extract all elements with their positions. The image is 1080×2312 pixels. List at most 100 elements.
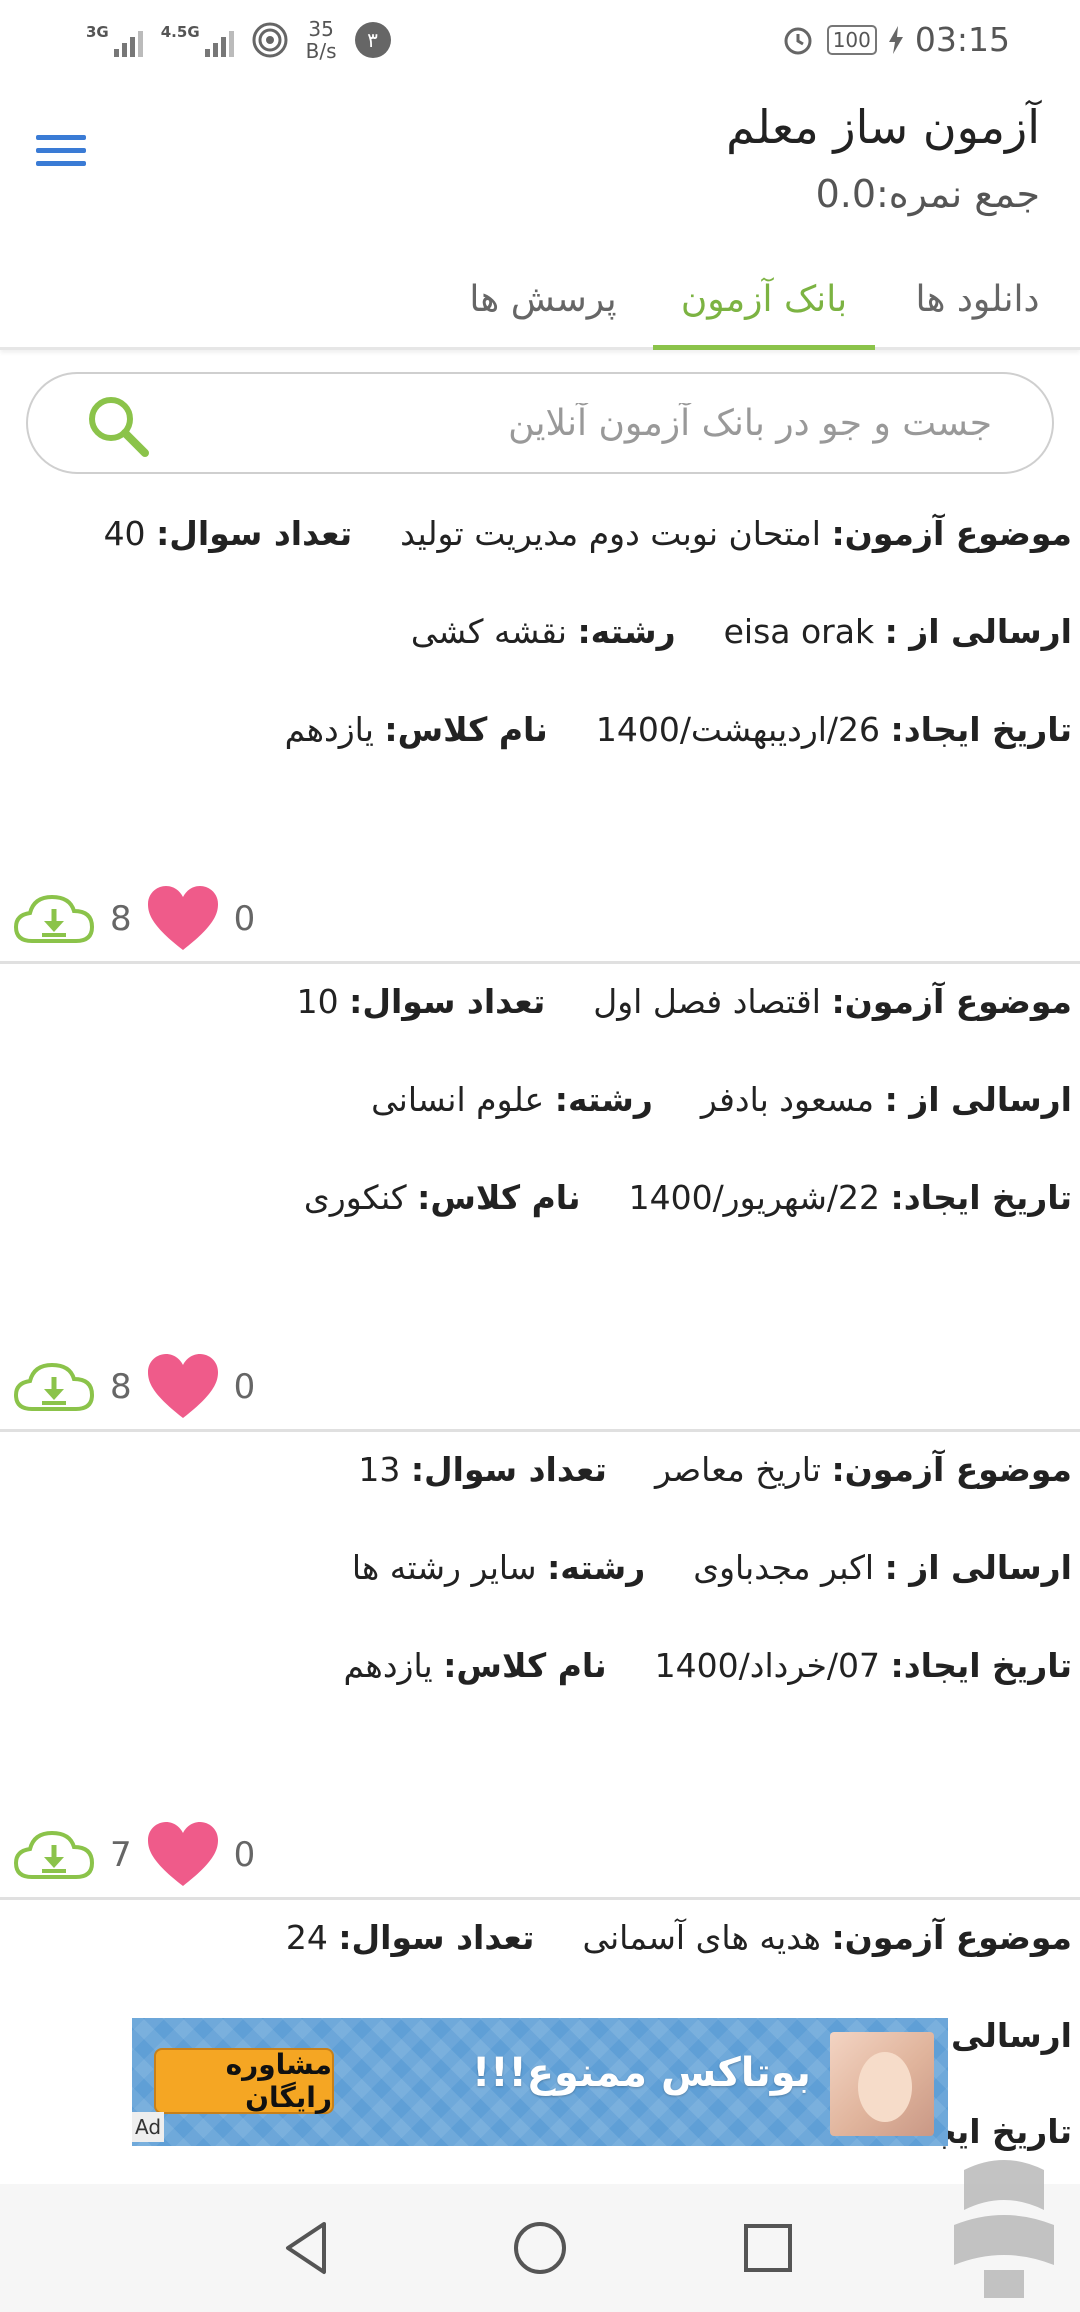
exam-card[interactable]: موضوع آزمون: امتحان نوبت دوم مدیریت تولی… bbox=[0, 496, 1080, 964]
status-right: 100 03:15 bbox=[781, 20, 1010, 59]
subject-label: موضوع آزمون: bbox=[831, 1918, 1072, 1957]
cloud-download-icon[interactable] bbox=[12, 1359, 96, 1415]
sender-label: ارسالی از : bbox=[884, 1080, 1072, 1119]
field-value: نقشه کشی bbox=[410, 612, 567, 651]
field-value: علوم انسانی bbox=[371, 1080, 545, 1119]
exam-subject: اقتصاد فصل اول bbox=[593, 982, 821, 1021]
download-count: 7 bbox=[110, 1835, 132, 1875]
exam-sender-row: ارسالی از : مسعود بادفر رشته: علوم انسانی bbox=[371, 1080, 1072, 1119]
home-icon[interactable] bbox=[508, 2216, 572, 2280]
sender-name: eisa orak bbox=[723, 612, 875, 651]
heart-icon[interactable] bbox=[146, 1352, 220, 1422]
hamburger-menu-icon[interactable] bbox=[36, 135, 86, 175]
search-input[interactable] bbox=[232, 402, 992, 444]
class-name: کنکوری bbox=[303, 1178, 407, 1217]
heart-icon[interactable] bbox=[146, 1820, 220, 1890]
class-name: یازدهم bbox=[343, 1646, 433, 1685]
exam-date-row: تاریخ ایجاد: 07/خرداد/1400 نام کلاس: یازد… bbox=[343, 1646, 1072, 1685]
exam-subject-row: موضوع آزمون: هدیه های آسمانیتعداد سوال: … bbox=[286, 1918, 1072, 1957]
field-label: رشته: bbox=[577, 612, 676, 651]
ad-image bbox=[830, 2032, 934, 2136]
app-header: آزمون ساز معلم جمع نمره:0.0 پرسش ها بانک… bbox=[0, 80, 1080, 350]
app-store-watermark-icon bbox=[954, 2160, 1054, 2298]
clock: 03:15 bbox=[914, 20, 1010, 59]
exam-subject-row: موضوع آزمون: اقتصاد فصل اول تعداد سوال: 1… bbox=[297, 982, 1072, 1021]
tab-downloads[interactable]: دانلود ها bbox=[875, 248, 1080, 350]
exam-subject: امتحان نوبت دوم مدیریت تولید bbox=[400, 514, 821, 553]
question-count: 13 bbox=[358, 1450, 401, 1489]
exam-actions: 7 0 bbox=[12, 1820, 269, 1890]
exam-subject-row: موضوع آزمون: امتحان نوبت دوم مدیریت تولی… bbox=[104, 514, 1072, 553]
download-count: 8 bbox=[110, 899, 132, 939]
exam-actions: 8 0 bbox=[12, 1352, 269, 1422]
cloud-download-icon[interactable] bbox=[12, 1827, 96, 1883]
subject-label: موضوع آزمون: bbox=[831, 982, 1072, 1021]
exam-date-row: تاریخ ایجاد: 26/اردیبهشت/1400 نام کلاس: ی… bbox=[285, 710, 1072, 749]
tab-bar: پرسش ها بانک آزمون دانلود ها bbox=[433, 248, 1080, 350]
signal-3g-icon: 3G bbox=[86, 23, 143, 57]
alarm-icon bbox=[784, 27, 812, 54]
subject-label: موضوع آزمون: bbox=[831, 514, 1072, 553]
like-count: 0 bbox=[233, 1367, 256, 1407]
class-label: نام کلاس: bbox=[384, 710, 548, 749]
network-type-label: 4.5G bbox=[160, 23, 200, 41]
speed-value: 35 bbox=[308, 17, 334, 41]
created-date: 07/خرداد/1400 bbox=[654, 1646, 881, 1685]
exam-card[interactable]: موضوع آزمون: تاریخ معاصر تعداد سوال: 13 ا… bbox=[0, 1432, 1080, 1900]
cloud-download-icon[interactable] bbox=[12, 891, 96, 947]
charging-icon bbox=[888, 25, 903, 54]
class-label: نام کلاس: bbox=[443, 1646, 607, 1685]
like-count: 0 bbox=[233, 899, 256, 939]
tab-exam-bank[interactable]: بانک آزمون bbox=[653, 248, 875, 350]
field-value: سایر رشته ها bbox=[351, 1548, 537, 1587]
status-bar: 3G 4.5G 35 B/s ۳ 100 03:15 bbox=[0, 0, 1080, 80]
question-count: 10 bbox=[296, 982, 339, 1021]
question-count-label: تعداد سوال: bbox=[156, 514, 353, 553]
question-count-label: تعداد سوال: bbox=[410, 1450, 607, 1489]
ad-cta-button[interactable]: مشاوره رایگان bbox=[154, 2048, 334, 2114]
signal-4g-icon: 4.5G bbox=[161, 23, 234, 57]
question-count: 24 bbox=[285, 1918, 328, 1957]
created-date: 26/اردیبهشت/1400 bbox=[595, 710, 881, 749]
created-label: تاریخ ایجاد: bbox=[890, 1646, 1072, 1685]
search-bar[interactable] bbox=[26, 372, 1054, 474]
network-type-label: 3G bbox=[86, 23, 109, 41]
exam-sender-row: ارسالی از : eisa orak رشته: نقشه کشی bbox=[411, 612, 1072, 651]
created-date: 22/شهریور/1400 bbox=[628, 1178, 881, 1217]
created-label: تاریخ ایجاد: bbox=[890, 1178, 1072, 1217]
question-count: 40 bbox=[103, 514, 146, 553]
app-title: آزمون ساز معلم bbox=[726, 100, 1040, 154]
field-label: رشته: bbox=[554, 1080, 653, 1119]
subject-label: موضوع آزمون: bbox=[831, 1450, 1072, 1489]
exam-sender-row: ارسالی از : اکبر مجدباوی رشته: سایر رشته … bbox=[352, 1548, 1072, 1587]
class-label: نام کلاس: bbox=[417, 1178, 581, 1217]
exam-card[interactable]: موضوع آزمون: اقتصاد فصل اول تعداد سوال: 1… bbox=[0, 964, 1080, 1432]
recent-apps-icon[interactable] bbox=[736, 2216, 800, 2280]
hotspot-icon bbox=[252, 22, 288, 58]
question-count-label: تعداد سوال: bbox=[349, 982, 546, 1021]
sender-label: ارسالی از : bbox=[884, 1548, 1072, 1587]
speed-unit: B/s bbox=[305, 39, 337, 63]
exam-subject: تاریخ معاصر bbox=[654, 1450, 821, 1489]
exam-subject-row: موضوع آزمون: تاریخ معاصر تعداد سوال: 13 bbox=[358, 1450, 1072, 1489]
system-nav-bar bbox=[0, 2184, 1080, 2312]
created-label: تاریخ ایجاد: bbox=[890, 710, 1072, 749]
like-count: 0 bbox=[233, 1835, 256, 1875]
sender-name: اکبر مجدباوی bbox=[693, 1548, 875, 1587]
network-speed: 35 B/s bbox=[306, 18, 337, 62]
search-icon[interactable] bbox=[84, 392, 150, 458]
question-count-label: تعداد سوال: bbox=[338, 1918, 535, 1957]
exam-subject: هدیه های آسمانی bbox=[582, 1918, 821, 1957]
ad-banner[interactable]: بوتاکس ممنوع!!! مشاوره رایگان bbox=[132, 2018, 948, 2146]
back-icon[interactable] bbox=[276, 2216, 340, 2280]
battery-icon: 100 bbox=[826, 24, 877, 55]
tab-questions[interactable]: پرسش ها bbox=[433, 248, 653, 350]
download-count: 8 bbox=[110, 1367, 132, 1407]
ad-tag: Ad bbox=[132, 2112, 164, 2142]
status-left: 3G 4.5G 35 B/s ۳ bbox=[86, 18, 391, 62]
total-score: جمع نمره:0.0 bbox=[815, 172, 1040, 216]
sender-label: ارسالی از : bbox=[884, 612, 1072, 651]
class-name: یازدهم bbox=[284, 710, 374, 749]
heart-icon[interactable] bbox=[146, 884, 220, 954]
field-label: رشته: bbox=[547, 1548, 646, 1587]
